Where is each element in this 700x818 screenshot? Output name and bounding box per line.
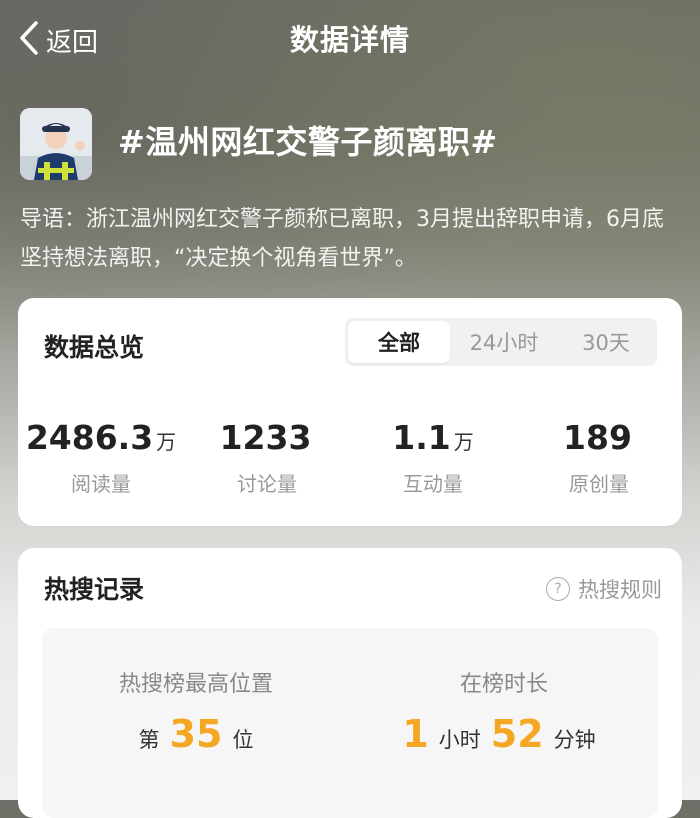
stat-value: 1233	[184, 416, 350, 464]
stat-unit: 万	[156, 430, 177, 454]
peak-position: 热搜榜最高位置 第 35 位	[42, 628, 350, 756]
stat-number: 189	[563, 418, 632, 457]
hot-search-card: 热搜记录 ? 热搜规则 热搜榜最高位置 第 35 位 在榜时长 1 小时 52 …	[18, 548, 682, 818]
tab-30d[interactable]: 30天	[555, 318, 657, 366]
topic-intro: 导语：浙江温州网红交警子颜称已离职，3月提出辞职申请，6月底坚持想法离职，“决定…	[20, 207, 664, 271]
tab-all[interactable]: 全部	[348, 321, 450, 363]
page-title: 数据详情	[289, 23, 410, 57]
time-range-tabs: 全部 24小时 30天	[345, 318, 657, 366]
peak-prefix: 第	[138, 728, 160, 752]
stat-label: 原创量	[569, 472, 629, 496]
stat-number: 1.1	[392, 418, 451, 457]
nav-header: 返回 数据详情	[0, 0, 700, 80]
time-on-list: 在榜时长 1 小时 52 分钟	[350, 628, 658, 756]
stat-value: 2486.3 万	[18, 416, 184, 464]
stat-interactions: 1.1 万 互动量	[350, 416, 516, 497]
rules-label: 热搜规则	[578, 578, 662, 602]
minutes-unit: 分钟	[553, 728, 596, 752]
peak-suffix: 位	[232, 728, 254, 752]
peak-position-label: 热搜榜最高位置	[118, 672, 273, 697]
stat-label: 阅读量	[71, 472, 131, 496]
hot-search-rules-link[interactable]: ? 热搜规则	[546, 574, 662, 604]
help-circle-icon: ?	[546, 577, 570, 601]
peak-number: 35	[169, 712, 223, 756]
topic-avatar	[20, 108, 92, 180]
overview-title: 数据总览	[44, 333, 145, 362]
peak-position-value: 第 35 位	[42, 712, 350, 756]
time-on-list-value: 1 小时 52 分钟	[350, 712, 658, 756]
hot-search-stats-box: 热搜榜最高位置 第 35 位 在榜时长 1 小时 52 分钟	[42, 628, 658, 818]
stat-discussions: 1233 讨论量	[184, 416, 350, 497]
hot-search-title: 热搜记录	[44, 575, 145, 604]
stat-number: 1233	[219, 418, 312, 457]
tab-24h[interactable]: 24小时	[453, 318, 555, 366]
stats-row: 2486.3 万 阅读量 1233 讨论量 1.1 万 互动量 189 原创量	[18, 416, 682, 497]
minutes-number: 52	[490, 712, 544, 756]
stat-originals: 189 原创量	[516, 416, 682, 497]
stat-label: 讨论量	[237, 472, 297, 496]
hours-unit: 小时	[438, 728, 481, 752]
time-on-list-label: 在榜时长	[459, 672, 548, 697]
stat-label: 互动量	[403, 472, 463, 496]
stat-reads: 2486.3 万 阅读量	[18, 416, 184, 497]
stat-unit: 万	[453, 430, 474, 454]
hours-number: 1	[402, 712, 429, 756]
overview-card: 数据总览 全部 24小时 30天 2486.3 万 阅读量 1233 讨论量 1.…	[18, 298, 682, 526]
stat-number: 2486.3	[25, 418, 154, 457]
topic-title: #温州网红交警子颜离职#	[118, 123, 498, 161]
stat-value: 189	[516, 416, 682, 464]
stat-value: 1.1 万	[350, 416, 516, 464]
